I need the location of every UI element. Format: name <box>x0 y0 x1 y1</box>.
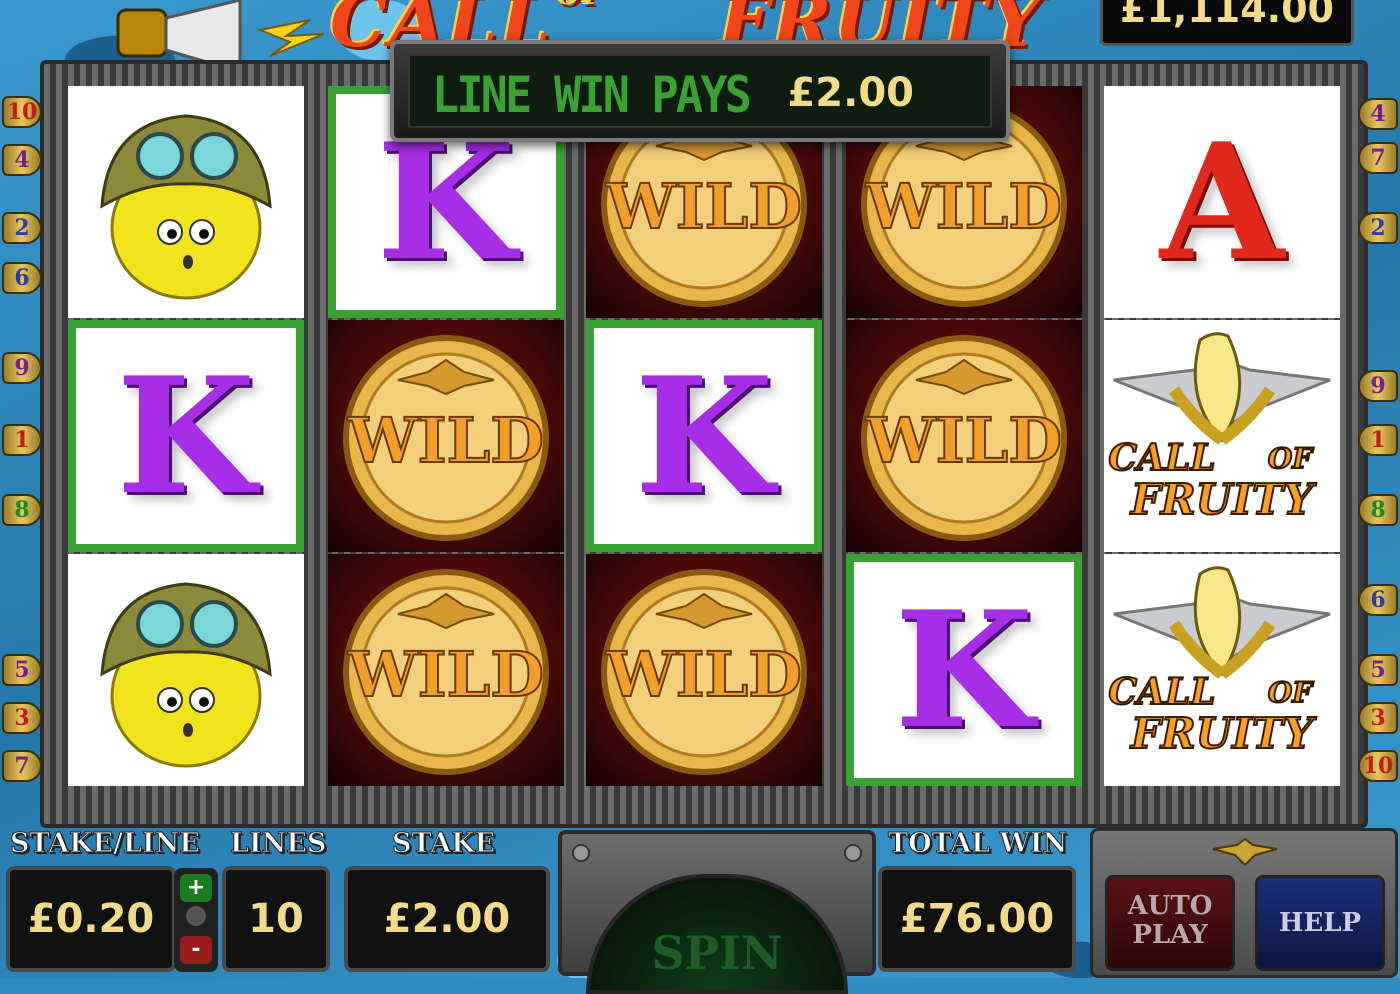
symbol-cell: CALL OF FRUITY <box>1104 320 1340 552</box>
wild-medal-icon: WILD <box>343 335 549 541</box>
pilot-lemon-icon <box>100 582 272 768</box>
svg-text:OF: OF <box>1268 676 1314 709</box>
stake-display: £2.00 <box>344 866 550 972</box>
total-win-label: TOTAL WIN <box>887 828 1068 860</box>
symbol-cell: K <box>68 320 304 552</box>
line-indicator-10[interactable]: 10 <box>2 96 42 128</box>
line-win-label: LINE WIN PAYS <box>432 66 752 124</box>
symbol-cell: K <box>846 554 1082 786</box>
reel-1: K <box>68 86 304 786</box>
reel-3: WILD K WILD <box>586 86 822 786</box>
spin-label: SPIN <box>651 926 783 980</box>
symbol-cell: WILD <box>328 554 564 786</box>
svg-text:FRUITY: FRUITY <box>1130 709 1317 758</box>
line-indicator-5[interactable]: 5 <box>1358 654 1398 686</box>
stake-plus-button[interactable]: + <box>180 874 212 902</box>
line-indicator-8[interactable]: 8 <box>2 494 42 526</box>
line-indicator-9[interactable]: 9 <box>2 352 42 384</box>
line-indicator-6[interactable]: 6 <box>1358 584 1398 616</box>
bolt-icon <box>572 844 590 862</box>
svg-text:OF: OF <box>1268 442 1314 475</box>
line-indicator-2[interactable]: 2 <box>1358 212 1398 244</box>
bolt-icon <box>844 844 862 862</box>
svg-text:CALL: CALL <box>1108 671 1215 713</box>
stake-line-value: £0.20 <box>27 896 155 942</box>
symbol-cell: WILD <box>328 320 564 552</box>
line-indicator-4[interactable]: 4 <box>2 144 42 176</box>
symbol-cell: A <box>1104 86 1340 318</box>
svg-text:WILD: WILD <box>605 638 802 711</box>
line-win-popup: LINE WIN PAYS £2.00 <box>390 40 1010 142</box>
stake-line-label: STAKE/LINE <box>10 828 201 860</box>
stake-label: STAKE <box>391 828 496 860</box>
line-win-value: £2.00 <box>787 70 914 116</box>
stake-line-display: £0.20 <box>6 866 176 972</box>
line-indicator-7[interactable]: 7 <box>2 750 42 782</box>
svg-text:WILD: WILD <box>865 404 1062 477</box>
svg-text:FRUITY: FRUITY <box>1130 475 1317 524</box>
button-panel: AUTO PLAY HELP <box>1090 828 1398 978</box>
wild-medal-icon: WILD <box>861 335 1067 541</box>
line-indicator-2[interactable]: 2 <box>2 212 42 244</box>
stepper-knob <box>186 906 206 926</box>
symbol-cell <box>68 86 304 318</box>
lines-value: 10 <box>248 896 304 942</box>
control-bar: STAKE/LINE £0.20 + - LINES 10 STAKE £2.0… <box>0 822 1400 994</box>
stake-value: £2.00 <box>383 896 511 942</box>
line-indicator-3[interactable]: 3 <box>1358 702 1398 734</box>
total-win-value: £76.00 <box>899 896 1055 942</box>
line-indicator-10[interactable]: 10 <box>1358 750 1398 782</box>
stake-stepper: + - <box>174 868 218 972</box>
line-indicator-9[interactable]: 9 <box>1358 370 1398 402</box>
line-indicator-1[interactable]: 1 <box>2 424 42 456</box>
svg-text:WILD: WILD <box>865 170 1062 243</box>
symbol-k: K <box>116 342 256 530</box>
line-indicator-8[interactable]: 8 <box>1358 494 1398 526</box>
pilot-lemon-icon <box>100 114 272 300</box>
winged-emblem-icon <box>1212 837 1278 867</box>
credit-display: £1,114.00 <box>1100 0 1354 46</box>
symbol-cell <box>68 554 304 786</box>
wild-medal-icon: WILD <box>601 569 807 775</box>
symbol-k: K <box>376 108 516 296</box>
svg-text:CALL: CALL <box>1108 437 1215 479</box>
svg-text:WILD: WILD <box>347 638 544 711</box>
line-indicator-1[interactable]: 1 <box>1358 424 1398 456</box>
reel-5: A CALL OF FRUITY CALL OF FRUITY <box>1104 86 1340 786</box>
symbol-cell: CALL OF FRUITY <box>1104 554 1340 786</box>
lines-label: LINES <box>229 828 327 860</box>
banana-logo-icon: CALL OFFRUITY <box>1107 332 1331 525</box>
line-indicator-4[interactable]: 4 <box>1358 98 1398 130</box>
symbol-k: K <box>894 576 1034 764</box>
symbol-cell: WILD <box>586 554 822 786</box>
help-button[interactable]: HELP <box>1255 875 1385 971</box>
line-indicator-3[interactable]: 3 <box>2 702 42 734</box>
svg-text:WILD: WILD <box>605 170 802 243</box>
banana-logo-icon: CALL OFFRUITY <box>1107 566 1331 759</box>
symbol-a: A <box>1159 108 1285 296</box>
reel-4: WILD WILD K <box>846 86 1082 786</box>
total-win-display: £76.00 <box>878 866 1076 972</box>
stake-minus-button[interactable]: - <box>180 936 212 964</box>
auto-play-button[interactable]: AUTO PLAY <box>1105 875 1235 971</box>
symbol-k: K <box>634 342 774 530</box>
svg-text:WILD: WILD <box>347 404 544 477</box>
spin-button[interactable]: SPIN <box>558 830 876 994</box>
symbol-cell: K <box>586 320 822 552</box>
wild-medal-icon: WILD <box>343 569 549 775</box>
reel-2: K WILD WILD <box>328 86 564 786</box>
line-indicator-5[interactable]: 5 <box>2 654 42 686</box>
line-indicator-7[interactable]: 7 <box>1358 142 1398 174</box>
symbol-cell: WILD <box>846 320 1082 552</box>
lines-display[interactable]: 10 <box>222 866 330 972</box>
line-indicator-6[interactable]: 6 <box>2 262 42 294</box>
